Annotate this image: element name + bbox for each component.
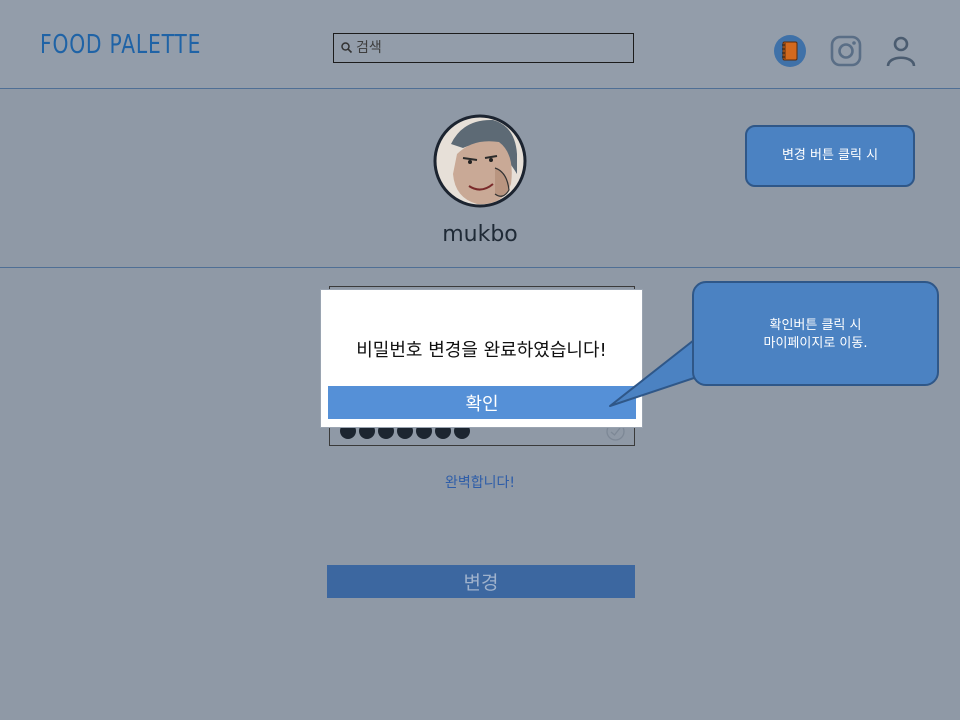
- logo[interactable]: FOOD PALETTE: [40, 30, 201, 60]
- search-input[interactable]: [356, 36, 626, 60]
- search-icon: [341, 42, 353, 54]
- change-button[interactable]: 변경: [327, 565, 635, 598]
- annotation-confirm-click: 확인버튼 클릭 시 마이페이지로 이동.: [692, 281, 939, 386]
- annotation-change-click: 변경 버튼 클릭 시: [745, 125, 915, 187]
- notebook-icon[interactable]: [773, 34, 807, 68]
- instagram-icon[interactable]: [829, 34, 863, 68]
- password-match-message: 완벽합니다!: [444, 475, 515, 491]
- search-bar[interactable]: [333, 33, 634, 63]
- modal-message: 비밀번호 변경을 완료하였습니다!: [356, 340, 607, 361]
- annotation-confirm-line1: 확인버튼 클릭 시: [769, 318, 862, 333]
- confirm-button[interactable]: 확인: [328, 386, 636, 419]
- annotation-confirm-line2: 마이페이지로 이동.: [763, 336, 868, 351]
- profile-avatar[interactable]: [433, 114, 527, 208]
- username: mukbo: [442, 222, 518, 247]
- user-icon[interactable]: [884, 34, 918, 68]
- success-modal: 비밀번호 변경을 완료하였습니다! 확인: [320, 289, 643, 428]
